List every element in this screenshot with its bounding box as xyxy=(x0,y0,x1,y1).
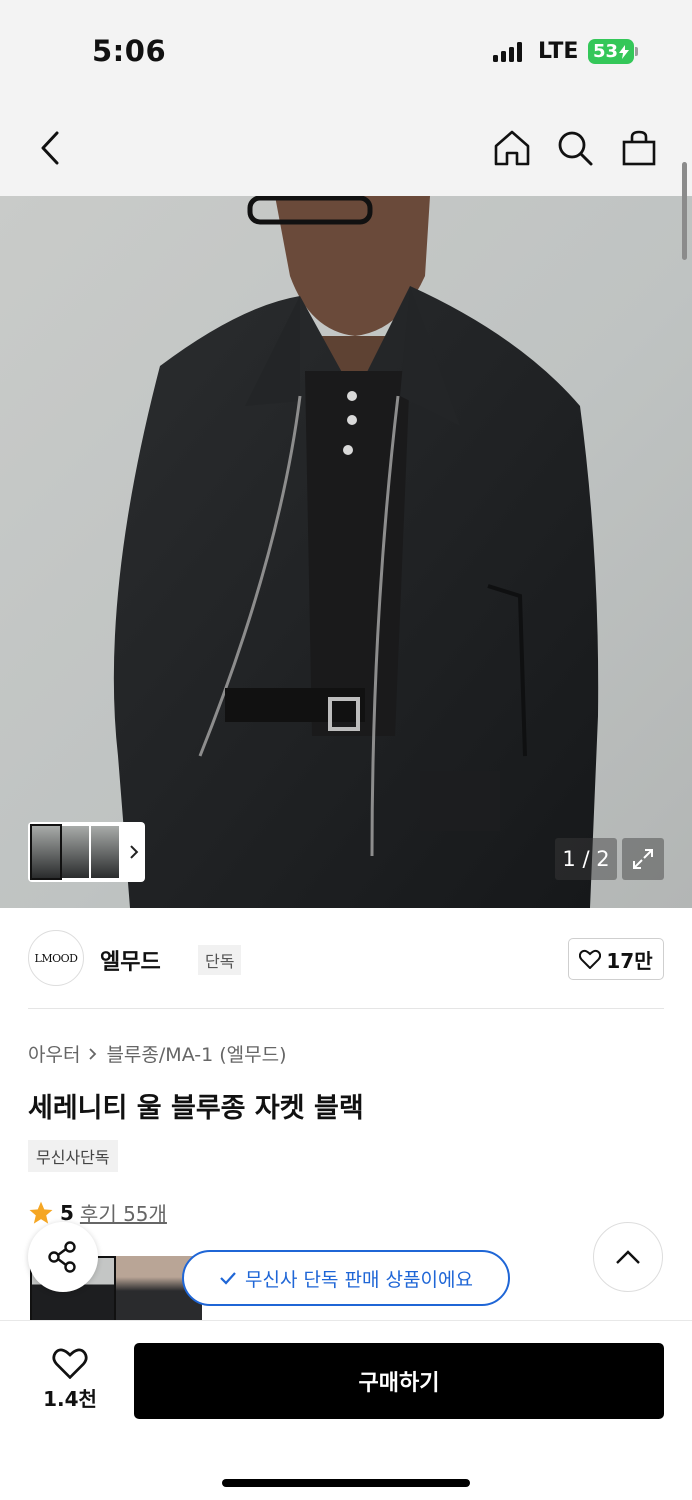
nav-bar xyxy=(0,104,692,196)
battery-nub xyxy=(635,47,638,56)
back-button[interactable] xyxy=(26,124,74,172)
wishlist-count: 1.4천 xyxy=(43,1387,97,1411)
chevron-up-icon xyxy=(616,1250,640,1264)
home-button[interactable] xyxy=(488,124,536,172)
signal-icon xyxy=(493,42,523,62)
expand-button[interactable] xyxy=(622,838,664,880)
check-icon xyxy=(220,1272,236,1285)
breadcrumb-item[interactable]: 블루종/MA-1 (엘무드) xyxy=(106,1040,286,1067)
brand-like-button[interactable]: 17만 xyxy=(568,938,664,980)
rating-row: 5 후기 55개 xyxy=(28,1198,167,1227)
exclusive-notice: 무신사 단독 판매 상품이에요 xyxy=(182,1250,510,1306)
review-link[interactable]: 후기 55개 xyxy=(80,1198,167,1227)
thumbnail-2[interactable] xyxy=(61,826,90,878)
bottom-bar: 1.4천 구매하기 xyxy=(0,1320,692,1500)
brand-exclusive-tag: 단독 xyxy=(198,945,242,975)
network-label: LTE xyxy=(538,39,579,64)
rating-score: 5 xyxy=(60,1200,74,1225)
breadcrumb: 아우터 블루종/MA-1 (엘무드) xyxy=(28,1040,287,1067)
chevron-right-icon xyxy=(89,1047,97,1060)
product-image[interactable] xyxy=(0,196,692,908)
heart-icon xyxy=(579,949,602,969)
status-bar: 5:06 LTE 53 xyxy=(0,0,692,104)
divider xyxy=(28,1008,664,1009)
exclusive-badge: 무신사단독 xyxy=(28,1140,118,1172)
battery-level: 53 xyxy=(592,41,619,62)
brand-name[interactable]: 엘무드 xyxy=(100,944,161,976)
buy-button[interactable]: 구매하기 xyxy=(134,1343,664,1419)
back-icon xyxy=(41,131,59,165)
brand-like-count: 17만 xyxy=(606,948,653,973)
home-icon xyxy=(494,130,530,166)
exclusive-notice-text: 무신사 단독 판매 상품이에요 xyxy=(245,1268,473,1291)
battery-icon: 53 xyxy=(588,39,634,64)
scroll-top-button[interactable] xyxy=(593,1222,663,1292)
wishlist-button[interactable]: 1.4천 xyxy=(34,1347,106,1413)
scroll-indicator[interactable] xyxy=(682,162,687,260)
status-time: 5:06 xyxy=(92,34,167,68)
image-counter: 1 / 2 xyxy=(555,838,617,880)
breadcrumb-item[interactable]: 아우터 xyxy=(28,1040,80,1067)
search-icon xyxy=(558,131,593,166)
product-title: 세레니티 울 블루종 자켓 블랙 xyxy=(28,1093,364,1124)
home-indicator xyxy=(222,1479,470,1487)
brand-logo[interactable]: LMOOD xyxy=(28,930,84,986)
star-icon xyxy=(29,1201,53,1224)
thumbnail-3[interactable] xyxy=(91,826,120,878)
heart-icon xyxy=(52,1348,88,1379)
chevron-right-icon xyxy=(130,845,139,859)
brand-row: LMOOD 엘무드 단독 17만 xyxy=(28,930,664,988)
cart-button[interactable] xyxy=(615,124,663,172)
share-button[interactable] xyxy=(28,1222,98,1292)
expand-icon xyxy=(633,849,653,869)
image-thumbnail-strip[interactable] xyxy=(28,822,145,882)
share-icon xyxy=(48,1241,76,1273)
search-button[interactable] xyxy=(551,124,599,172)
shopping-bag-icon xyxy=(622,130,656,166)
model-photo xyxy=(113,196,599,908)
thumbnail-1[interactable] xyxy=(30,824,62,880)
